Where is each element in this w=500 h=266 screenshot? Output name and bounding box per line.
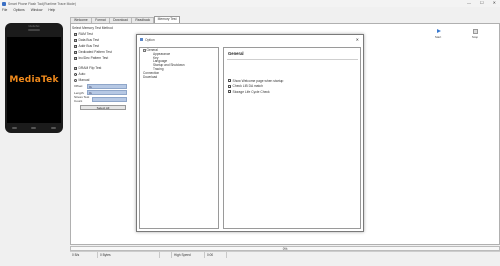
option-tree: −General Appearance Key Language Startup… [139, 47, 219, 229]
checkbox-box[interactable] [74, 44, 78, 48]
checkbox-box[interactable] [74, 66, 78, 70]
checkbox-box[interactable] [228, 85, 232, 89]
phone-top: MediaTek [5, 23, 63, 37]
menu-file[interactable]: File [2, 8, 7, 12]
show-welcome-checkbox[interactable]: Show Welcome page when startup [228, 78, 283, 84]
back-key-icon [50, 127, 56, 129]
title-bar: Smart Phone Flash Tool(Runtime Trace Mod… [0, 0, 500, 7]
checkbox-label: Inc/Dec Pattern Test [78, 56, 109, 60]
pane-title: General [228, 51, 244, 56]
offset-input[interactable]: 0x [87, 83, 127, 89]
window-controls: — ☐ ✕ [467, 1, 496, 5]
home-key-icon [31, 127, 37, 129]
checkbox-box[interactable] [228, 79, 232, 83]
tab-bar: Welcome Format Download Readback Memory … [70, 16, 181, 23]
phone-keys [5, 124, 63, 132]
offset-label: Offset: [74, 84, 84, 89]
play-icon [436, 29, 441, 34]
status-blank [160, 252, 172, 258]
length-input[interactable]: 0x [87, 90, 127, 96]
checkbox-label: Dedicated Pattern Test [78, 50, 112, 54]
storage-life-cycle-checkbox[interactable]: Storage Life Cycle Check [228, 89, 283, 95]
start-label: Start [434, 35, 442, 39]
stress-count-input[interactable] [92, 96, 127, 102]
checkbox-label: Check LIB DA match [232, 84, 263, 89]
stop-icon [472, 29, 478, 34]
stop-label: Stop [471, 35, 479, 39]
phone-screen: MediaTek [7, 37, 61, 123]
radio-button[interactable] [74, 72, 77, 76]
general-options: Show Welcome page when startup Check LIB… [228, 78, 283, 95]
device-panel: MediaTek MediaTek [0, 13, 68, 266]
memory-test-method-group: Select Memory Test Method RAM Test Data … [72, 26, 134, 130]
start-button[interactable]: Start [430, 28, 446, 42]
stop-button[interactable]: Stop [467, 28, 483, 42]
inc-dec-pattern-test-checkbox[interactable]: Inc/Dec Pattern Test [72, 55, 134, 61]
menu-key-icon [12, 127, 18, 129]
checkbox-label: Storage Life Cycle Check [232, 89, 270, 94]
checkbox-box[interactable] [74, 38, 78, 42]
maximize-icon[interactable]: ☐ [480, 1, 484, 5]
menu-options[interactable]: Options [13, 8, 24, 12]
dialog-title-bar: Option [137, 35, 365, 44]
general-settings-pane: General Show Welcome page when startup C… [223, 47, 361, 229]
mediatek-logo: MediaTek [9, 75, 59, 85]
menu-help[interactable]: Help [48, 8, 55, 12]
checkbox-box[interactable] [74, 32, 78, 36]
status-speed: 0 B/s [70, 252, 98, 258]
checkbox-label: Show Welcome page when startup [232, 78, 284, 83]
close-icon[interactable]: ✕ [493, 1, 496, 5]
checkbox-box[interactable] [228, 90, 232, 94]
option-dialog: Option ✕ −General Appearance Key Languag… [136, 34, 364, 232]
tab-memory-test[interactable]: Memory Test [153, 16, 181, 23]
checkbox-label: Addr Bus Test [78, 44, 99, 48]
radio-button[interactable] [74, 78, 77, 82]
checkbox-box[interactable] [74, 50, 78, 54]
radio-label: Auto [78, 72, 86, 76]
select-all-button[interactable]: Select All [80, 104, 126, 110]
collapse-icon[interactable]: − [143, 49, 146, 52]
checkbox-label: DRAM Flip Test [78, 66, 102, 70]
phone-image: MediaTek MediaTek [5, 23, 63, 133]
stress-row: Stress Test Count [72, 95, 134, 104]
status-bytes: 0 Bytes [98, 252, 160, 258]
length-label: Length: [74, 90, 85, 95]
checkbox-box[interactable] [74, 56, 78, 60]
window-title: Smart Phone Flash Tool(Runtime Trace Mod… [8, 1, 76, 6]
speaker-icon [28, 29, 40, 31]
stress-label: Stress Test Count [74, 95, 90, 104]
minimize-icon[interactable]: — [467, 1, 471, 5]
status-mode: High Speed [172, 252, 205, 258]
menu-window[interactable]: Window [31, 8, 43, 12]
status-time: 0:00 [205, 252, 227, 258]
menu-bar: File Options Window Help [0, 7, 500, 13]
dialog-icon [140, 38, 143, 41]
status-bar: 0 B/s 0 Bytes High Speed 0:00 [70, 251, 500, 258]
dialog-title: Option [145, 37, 155, 42]
checkbox-label: Data Bus Test [78, 38, 99, 42]
radio-label: Manual [78, 78, 90, 82]
app-icon [2, 1, 6, 6]
phone-brand: MediaTek [28, 25, 40, 28]
close-icon[interactable]: ✕ [356, 37, 359, 42]
checkbox-label: RAM Test [78, 32, 93, 36]
tree-item-download[interactable]: Download [141, 75, 217, 80]
